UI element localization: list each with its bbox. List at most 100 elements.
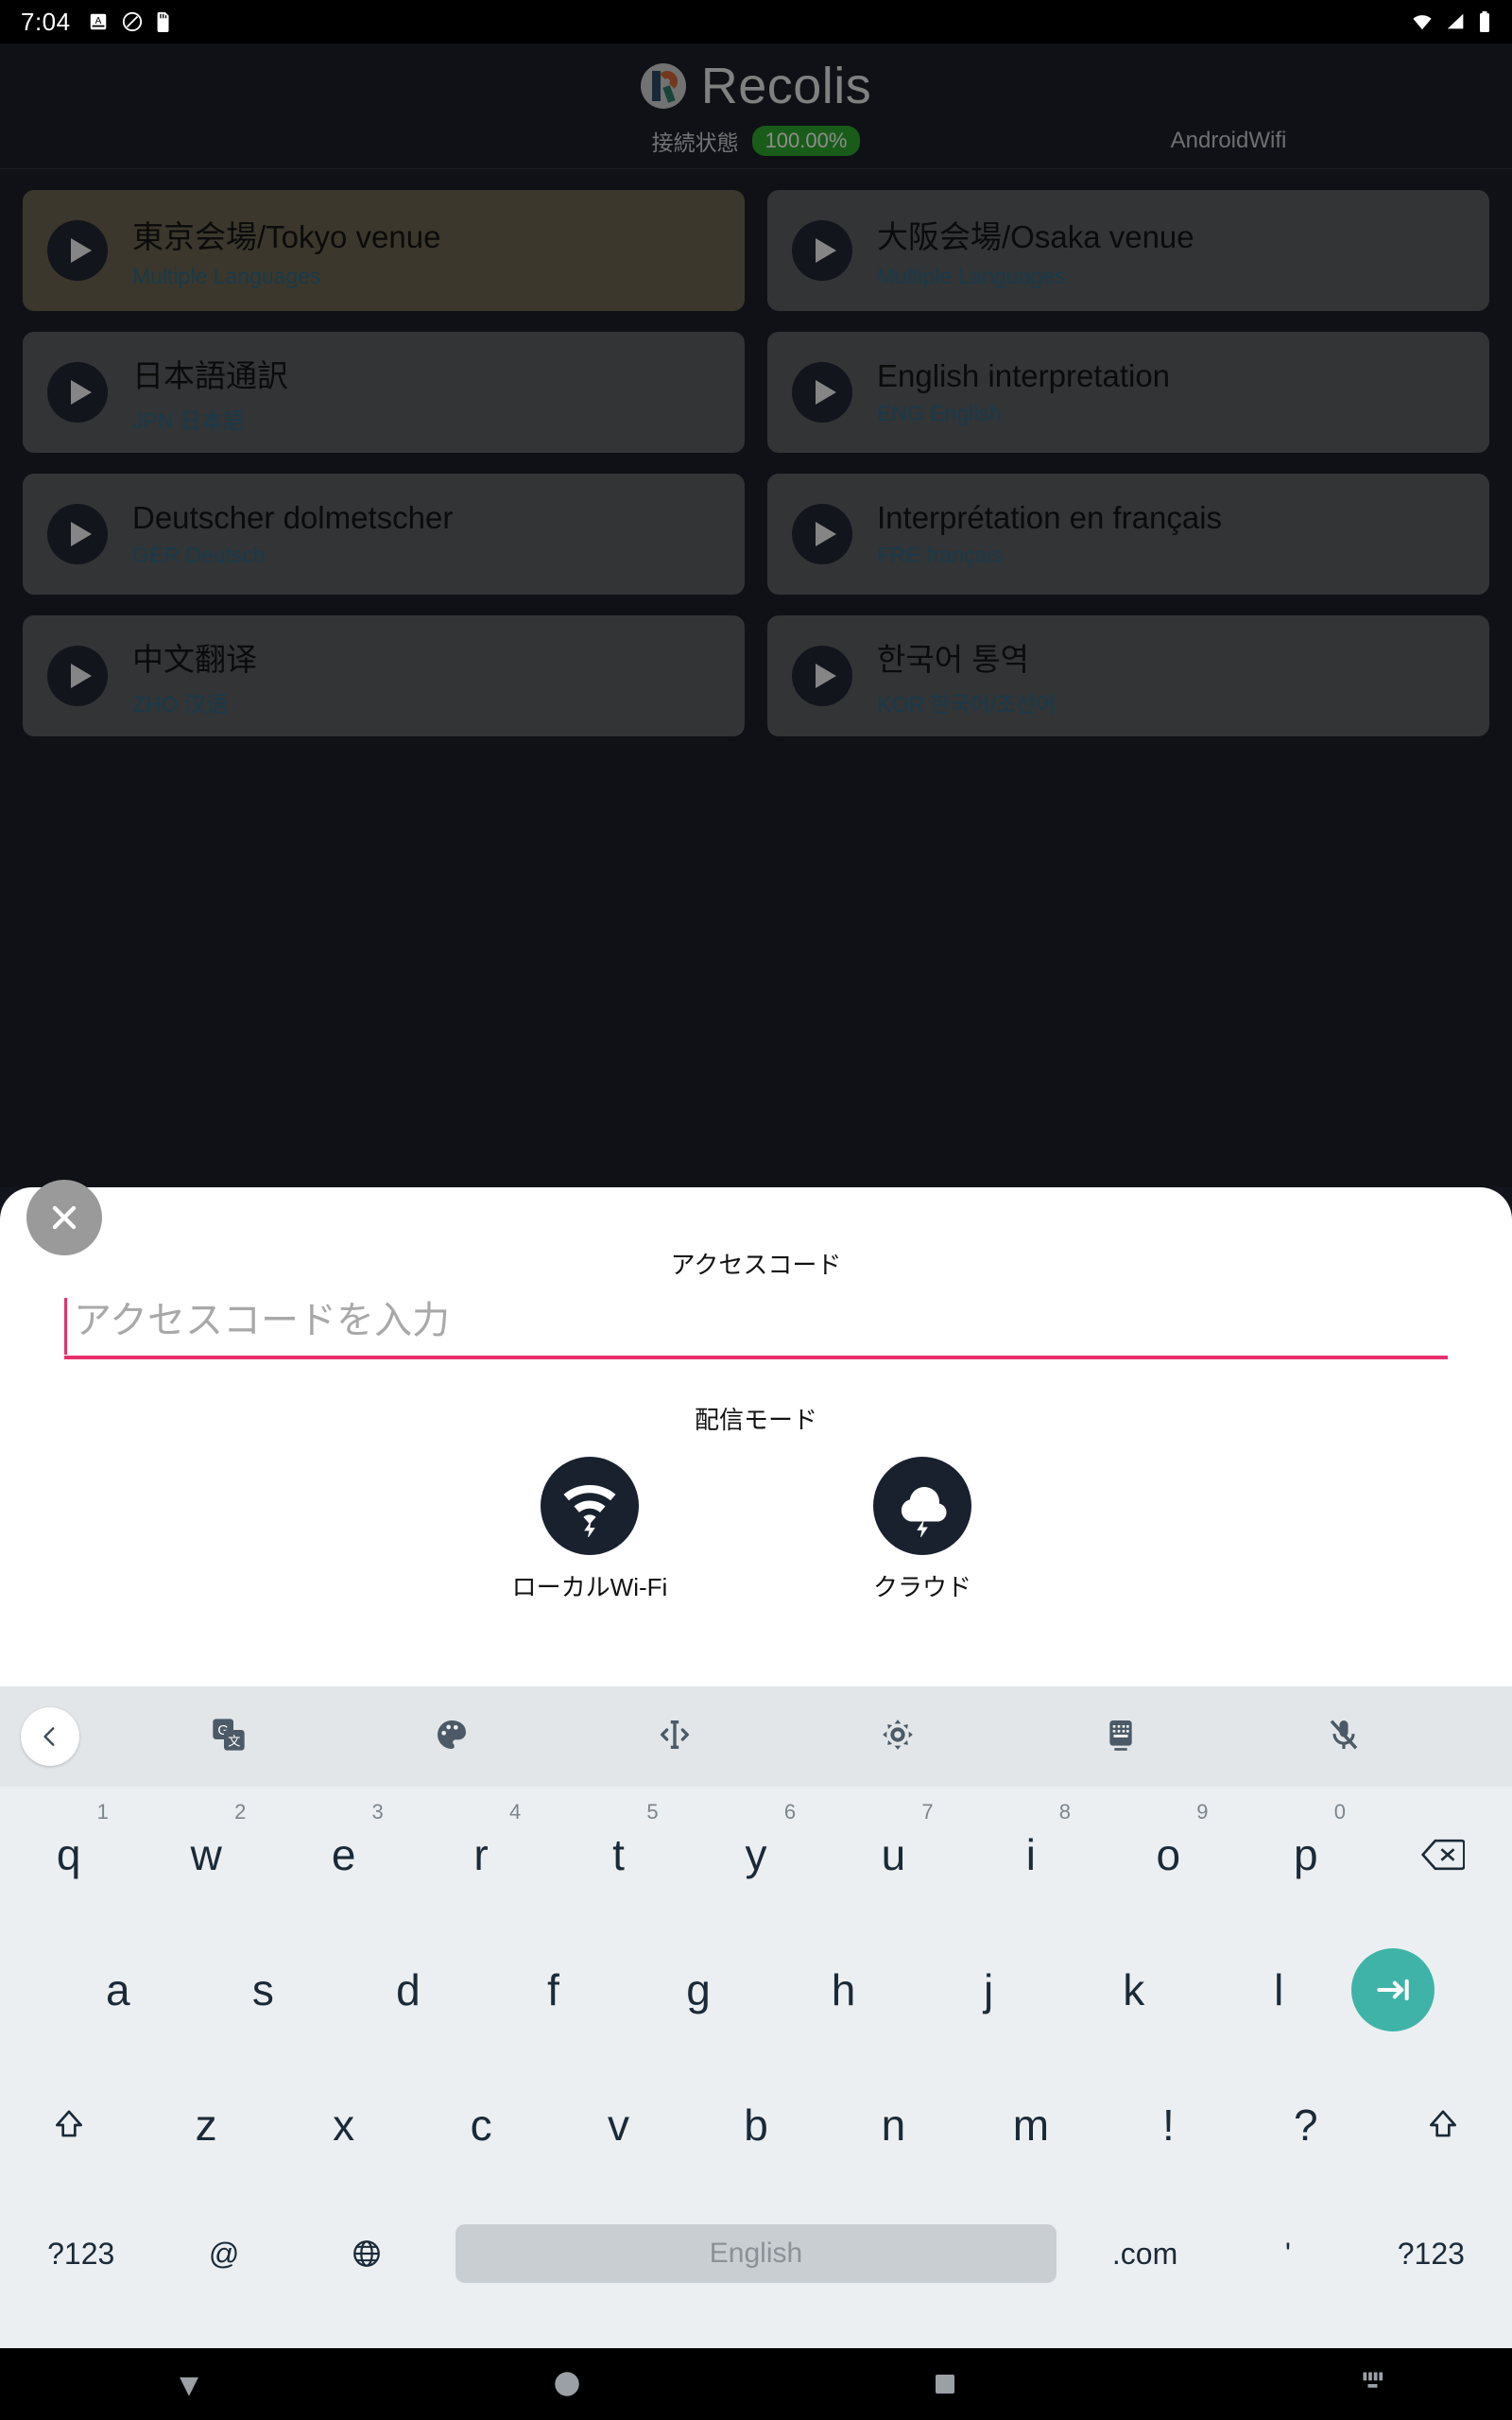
key-exclamation[interactable]: ! <box>1100 2057 1237 2192</box>
channel-card[interactable]: Interprétation en français FRE français <box>767 474 1489 595</box>
key-a[interactable]: a <box>45 1922 191 2057</box>
key-label: l <box>1274 1964 1284 2014</box>
key-symbols-right[interactable]: ?123 <box>1360 2237 1503 2272</box>
channel-card[interactable]: 中文翻译 ZHO 汉语 <box>23 615 745 736</box>
gear-icon[interactable] <box>879 1716 917 1758</box>
play-icon[interactable] <box>792 220 852 281</box>
key-i[interactable]: 8i <box>962 1787 1099 1922</box>
key-q[interactable]: 1q <box>0 1787 137 1922</box>
translate-icon[interactable]: G文 <box>210 1716 248 1758</box>
shift-icon <box>1430 2109 1457 2136</box>
battery-icon <box>1478 10 1491 33</box>
key-x[interactable]: x <box>275 2057 412 2192</box>
key-u[interactable]: 7u <box>825 1787 962 1922</box>
channel-title: 中文翻译 <box>132 641 257 677</box>
keyboard-indicator-button[interactable] <box>1361 2370 1389 2399</box>
keyboard-row-4: ?123 @ English .com ' ?123 <box>0 2192 1512 2315</box>
key-dotcom[interactable]: .com <box>1074 2237 1216 2272</box>
cloud-bolt-icon <box>873 1457 971 1555</box>
nav-home-button[interactable] <box>378 2368 756 2400</box>
channel-card[interactable]: 日本語通訳 JPN 日本語 <box>23 332 745 453</box>
play-icon[interactable] <box>47 220 108 281</box>
enter-icon <box>1377 1979 1409 2000</box>
key-symbols-left[interactable]: ?123 <box>9 2237 152 2272</box>
key-p[interactable]: 0p <box>1237 1787 1374 1922</box>
key-shift-left[interactable] <box>0 2057 137 2192</box>
play-icon[interactable] <box>47 362 108 423</box>
key-w[interactable]: 2w <box>137 1787 274 1922</box>
signal-icon <box>1444 11 1469 32</box>
key-enter[interactable] <box>1351 1947 1435 2031</box>
delivery-mode-title: 配信モード <box>694 1406 817 1434</box>
key-b[interactable]: b <box>687 2057 824 2192</box>
alarm-icon: A <box>88 11 109 32</box>
key-f[interactable]: f <box>481 1922 627 2057</box>
key-j[interactable]: j <box>916 1922 1061 2057</box>
channel-title: Interprétation en français <box>877 500 1223 535</box>
nav-back-button[interactable] <box>0 2368 378 2400</box>
delivery-mode-cloud[interactable]: クラウド <box>814 1457 1031 1603</box>
connection-label: 接続状態 <box>651 130 739 155</box>
keyboard-icon[interactable] <box>1102 1716 1140 1758</box>
sheet-title: アクセスコード <box>670 1251 842 1279</box>
channel-card[interactable]: English interpretation ENG English <box>767 332 1489 453</box>
key-e[interactable]: 3e <box>275 1787 412 1922</box>
key-space[interactable]: English <box>455 2224 1057 2283</box>
key-n[interactable]: n <box>825 2057 962 2192</box>
keyboard-back-button[interactable] <box>21 1707 79 1766</box>
channel-subtitle: GER Deutsch <box>132 543 266 567</box>
key-s[interactable]: s <box>191 1922 336 2057</box>
keyboard-row-1: 1q 2w 3e 4r 5t 6y 7u 8i 9o 0p <box>0 1787 1512 1922</box>
key-g[interactable]: g <box>626 1922 771 2057</box>
access-code-input[interactable] <box>64 1292 1448 1356</box>
key-label: d <box>396 1964 421 2014</box>
mic-off-icon[interactable] <box>1325 1716 1363 1758</box>
channel-card[interactable]: 東京会場/Tokyo venue Multiple Languages <box>23 190 745 311</box>
key-hint: 0 <box>1333 1800 1346 1824</box>
connection-status-badge: 100.00% <box>751 126 861 156</box>
play-icon[interactable] <box>792 362 852 423</box>
channel-card[interactable]: 한국어 통역 KOR 한국어/조선어 <box>767 615 1489 736</box>
key-question[interactable]: ? <box>1237 2057 1374 2192</box>
app-title: Recolis <box>700 58 872 114</box>
key-hint: 2 <box>234 1800 247 1824</box>
channel-card[interactable]: 大阪会場/Osaka venue Multiple Languages <box>767 190 1489 311</box>
key-k[interactable]: k <box>1061 1922 1207 2057</box>
key-hint: 1 <box>96 1800 109 1824</box>
key-r[interactable]: 4r <box>412 1787 549 1922</box>
delivery-mode-label: クラウド <box>872 1573 971 1601</box>
key-t[interactable]: 5t <box>550 1787 687 1922</box>
play-icon[interactable] <box>47 504 108 564</box>
close-button[interactable] <box>26 1180 102 1255</box>
key-language-switch[interactable] <box>296 2238 438 2270</box>
text-cursor-icon[interactable] <box>656 1716 694 1758</box>
delivery-mode-local-wifi[interactable]: ローカルWi-Fi <box>481 1457 698 1603</box>
key-h[interactable]: h <box>771 1922 917 2057</box>
key-o[interactable]: 9o <box>1100 1787 1237 1922</box>
access-code-sheet: アクセスコード 配信モード ローカルWi-Fi <box>0 1180 1512 1686</box>
key-label: ! <box>1161 2100 1175 2150</box>
play-icon[interactable] <box>47 646 108 706</box>
wifi-icon <box>1410 11 1435 32</box>
key-apostrophe[interactable]: ' <box>1216 2237 1359 2272</box>
key-z[interactable]: z <box>137 2057 274 2192</box>
text-caret <box>64 1298 67 1355</box>
key-l[interactable]: l <box>1207 1922 1352 2057</box>
nav-recents-button[interactable] <box>756 2370 1134 2398</box>
key-y[interactable]: 6y <box>687 1787 824 1922</box>
key-c[interactable]: c <box>412 2057 549 2192</box>
key-backspace[interactable] <box>1375 1787 1512 1922</box>
key-v[interactable]: v <box>550 2057 687 2192</box>
play-icon[interactable] <box>792 646 852 706</box>
play-icon[interactable] <box>792 504 852 564</box>
key-shift-right[interactable] <box>1375 2057 1512 2192</box>
key-m[interactable]: m <box>962 2057 1099 2192</box>
key-label: r <box>473 1829 489 1879</box>
key-label: n <box>881 2100 906 2150</box>
key-d[interactable]: d <box>335 1922 481 2057</box>
key-at[interactable]: @ <box>152 2237 295 2272</box>
channel-card[interactable]: Deutscher dolmetscher GER Deutsch <box>23 474 745 595</box>
key-label: o <box>1156 1829 1181 1879</box>
channel-title: English interpretation <box>877 358 1171 393</box>
palette-icon[interactable] <box>433 1716 471 1758</box>
